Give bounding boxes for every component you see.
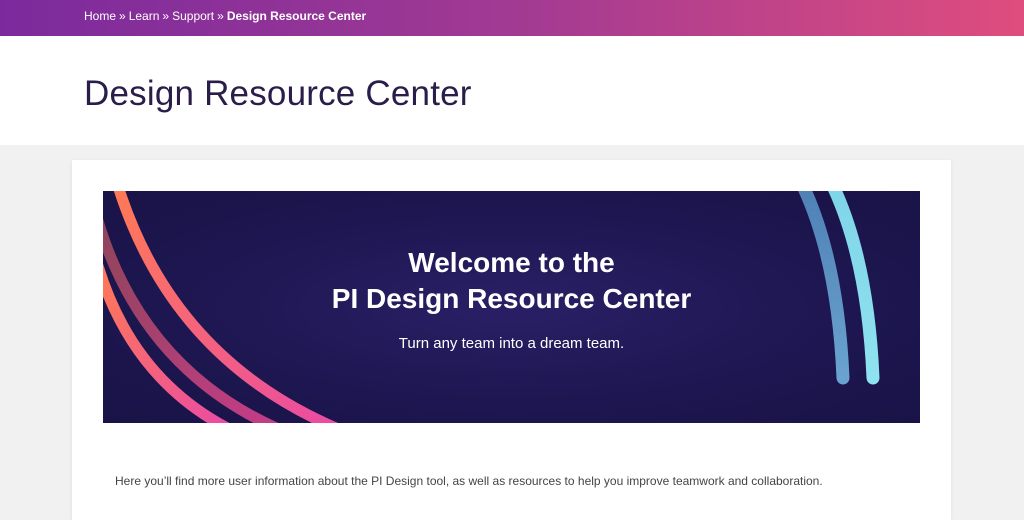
banner-title-line: PI Design Resource Center	[331, 283, 692, 314]
breadcrumb-separator: »	[217, 9, 224, 23]
breadcrumb-support-link[interactable]: Support	[172, 9, 214, 23]
page-title: Design Resource Center	[84, 74, 472, 113]
banner-subtitle: Turn any team into a dream team.	[398, 335, 625, 352]
banner-title-line: Welcome to the	[408, 247, 615, 278]
breadcrumb-separator: »	[119, 9, 126, 23]
breadcrumb-separator: »	[162, 9, 170, 23]
banner-title: Welcome to the PI Design Resource Center	[103, 245, 920, 317]
intro-text: Here you’ll find more user information a…	[115, 474, 823, 488]
breadcrumb-bar: Home» Learn» Support» Design Resource Cente…	[0, 0, 1024, 36]
breadcrumb: Home» Learn» Support» Design Resource Cente…	[84, 9, 366, 23]
breadcrumb-current: Design Resource Center	[226, 9, 367, 23]
welcome-banner: Welcome to the PI Design Resource Center…	[103, 191, 920, 423]
breadcrumb-home-link[interactable]: Home	[84, 9, 116, 23]
breadcrumb-learn-link[interactable]: Learn	[129, 9, 160, 23]
